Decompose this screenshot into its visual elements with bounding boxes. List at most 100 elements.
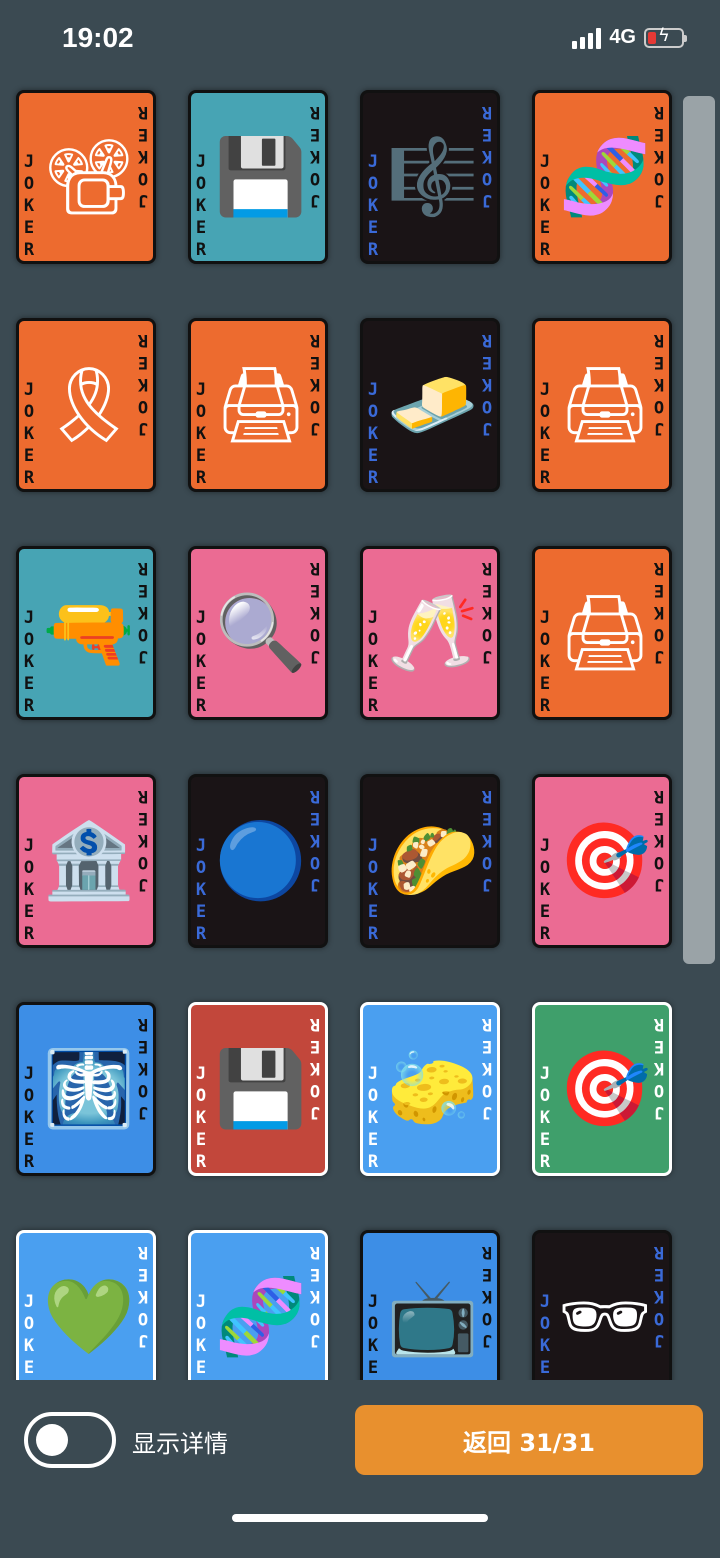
joker-label: JOKER — [195, 1064, 207, 1172]
battery-icon: ϟ — [644, 24, 687, 48]
joker-card[interactable]: JOKER JOKER 🔫 — [16, 546, 156, 720]
joker-card[interactable]: JOKER JOKER 🎯 — [532, 774, 672, 948]
joker-label-rotated: JOKER — [481, 558, 493, 666]
joker-card[interactable]: JOKERJOKER📺 — [360, 1230, 500, 1380]
joker-label-rotated: JOKER — [653, 786, 665, 894]
joker-label: JOKER — [23, 608, 35, 716]
card-grid-scroll-area[interactable]: JOKER JOKER 📽 JOKER JOKER 💾 JOKER JOKER 🎼 JOKER JO… — [0, 80, 720, 1380]
joker-card[interactable]: JOKERJOKER💚 — [16, 1230, 156, 1380]
show-details-toggle[interactable] — [24, 1412, 116, 1468]
joker-label: JOKER — [367, 152, 379, 260]
joker-card[interactable]: JOKER JOKER 🖨 — [532, 318, 672, 492]
printer-icon: 🖨 — [558, 362, 652, 448]
status-bar: 19:02 4G ϟ — [0, 0, 720, 80]
floppy-disk-icon: 💾 — [214, 134, 308, 220]
joker-card[interactable]: JOKER JOKER 🔍 — [188, 546, 328, 720]
bottom-bar: 显示详情 返回 31/31 — [0, 1380, 720, 1558]
joker-card[interactable]: JOKER JOKER 🔵 — [188, 774, 328, 948]
television-icon: 📺 — [386, 1274, 480, 1360]
joker-card[interactable]: JOKER JOKER 🖨 — [188, 318, 328, 492]
joker-card[interactable]: JOKERJOKER🧬 — [532, 90, 672, 264]
return-button[interactable]: 返回 31/31 — [355, 1405, 703, 1475]
joker-label: JOKER — [195, 836, 207, 944]
joker-card[interactable]: JOKERJOKER🕶 — [532, 1230, 672, 1380]
joker-label: JOKER — [367, 380, 379, 488]
joker-label: JOKER — [195, 380, 207, 488]
joker-label-rotated: JOKER — [309, 1242, 321, 1350]
magnifying-glass-icon: 🔍 — [214, 590, 308, 676]
joker-label-rotated: JOKER — [309, 102, 321, 210]
ribbon-icon: 🎗 — [42, 362, 136, 448]
joker-card[interactable]: JOKER JOKER 📽 — [16, 90, 156, 264]
joker-label: JOKER — [539, 836, 551, 944]
joker-label-rotated: JOKER — [481, 786, 493, 894]
bank-icon: 🏦 — [42, 818, 136, 904]
blue-face-icon: 🔵 — [214, 818, 308, 904]
show-details-label: 显示详情 — [132, 1430, 228, 1458]
joker-label-rotated: JOKER — [481, 1242, 493, 1350]
printer-icon: 🖨 — [558, 590, 652, 676]
film-projector-icon: 📽 — [42, 134, 136, 220]
sponge-icon: 🧽 — [386, 1046, 480, 1132]
joker-label: JOKER — [23, 380, 35, 488]
joker-label-rotated: JOKER — [653, 1014, 665, 1122]
joker-card[interactable]: JOKER JOKER 💾 — [188, 1002, 328, 1176]
dna-icon: 🧬 — [214, 1274, 308, 1360]
direct-hit-icon: 🎯 — [558, 1046, 652, 1132]
toggle-knob — [36, 1424, 68, 1456]
x-ray-icon: 🩻 — [42, 1046, 136, 1132]
joker-label: JOKER — [23, 1064, 35, 1172]
joker-label: JOKER — [23, 836, 35, 944]
joker-card[interactable]: JOKER JOKER 🎯 — [532, 1002, 672, 1176]
butter-icon: 🧈 — [386, 362, 480, 448]
card-grid: JOKER JOKER 📽 JOKER JOKER 💾 JOKER JOKER 🎼 JOKER JO… — [16, 90, 672, 1380]
status-time: 19:02 — [62, 22, 134, 53]
joker-card[interactable]: JOKER JOKER 🧈 — [360, 318, 500, 492]
joker-label: JOKER — [539, 152, 551, 260]
joker-card[interactable]: JOKER JOKER 🩻 — [16, 1002, 156, 1176]
joker-label-rotated: JOKER — [137, 786, 149, 894]
joker-label: JOKER — [195, 608, 207, 716]
joker-label-rotated: JOKER — [481, 102, 493, 210]
joker-card[interactable]: JOKER JOKER 🌮 — [360, 774, 500, 948]
joker-card[interactable]: JOKER JOKER 🎗 — [16, 318, 156, 492]
joker-label-rotated: JOKER — [481, 330, 493, 438]
sunglasses-icon: 🕶 — [558, 1274, 652, 1360]
joker-label-rotated: JOKER — [653, 558, 665, 666]
joker-card[interactable]: JOKER JOKER 🖨 — [532, 546, 672, 720]
direct-hit-icon: 🎯 — [558, 818, 652, 904]
joker-label: JOKER — [367, 608, 379, 716]
treble-clef-icon: 🎼 — [386, 134, 480, 220]
charging-bolt-icon: ϟ — [658, 24, 670, 46]
joker-card[interactable]: JOKER JOKER 🏦 — [16, 774, 156, 948]
joker-label-rotated: JOKER — [309, 558, 321, 666]
printer-icon: 🖨 — [214, 362, 308, 448]
joker-label: JOKER — [367, 1292, 379, 1378]
champagne-glasses-icon: 🥂 — [386, 590, 480, 676]
joker-card[interactable]: JOKER JOKER 🥂 — [360, 546, 500, 720]
joker-card[interactable]: JOKERJOKER🧬 — [188, 1230, 328, 1380]
joker-card[interactable]: JOKER JOKER 💾 — [188, 90, 328, 264]
joker-card[interactable]: JOKER JOKER 🎼 — [360, 90, 500, 264]
scrollbar[interactable] — [683, 96, 715, 964]
joker-card[interactable]: JOKER JOKER 🧽 — [360, 1002, 500, 1176]
taco-icon: 🌮 — [386, 818, 480, 904]
joker-label-rotated: JOKER — [481, 1014, 493, 1122]
joker-label: JOKER — [539, 1292, 551, 1378]
green-heart-icon: 💚 — [42, 1274, 136, 1360]
joker-label-rotated: JOKER — [653, 1242, 665, 1350]
joker-label-rotated: JOKER — [653, 330, 665, 438]
joker-label: JOKER — [367, 836, 379, 944]
joker-label-rotated: JOKER — [309, 330, 321, 438]
cellular-signal-icon — [572, 27, 602, 49]
joker-label: JOKER — [195, 1292, 207, 1378]
joker-label: JOKER — [195, 152, 207, 260]
joker-label-rotated: JOKER — [137, 330, 149, 438]
joker-label: JOKER — [539, 380, 551, 488]
joker-label-rotated: JOKER — [137, 1014, 149, 1122]
joker-label-rotated: JOKER — [653, 102, 665, 210]
joker-label: JOKER — [539, 608, 551, 716]
floppy-disk-icon: 💾 — [214, 1046, 308, 1132]
joker-label: JOKER — [367, 1064, 379, 1172]
water-pistol-icon: 🔫 — [42, 590, 136, 676]
